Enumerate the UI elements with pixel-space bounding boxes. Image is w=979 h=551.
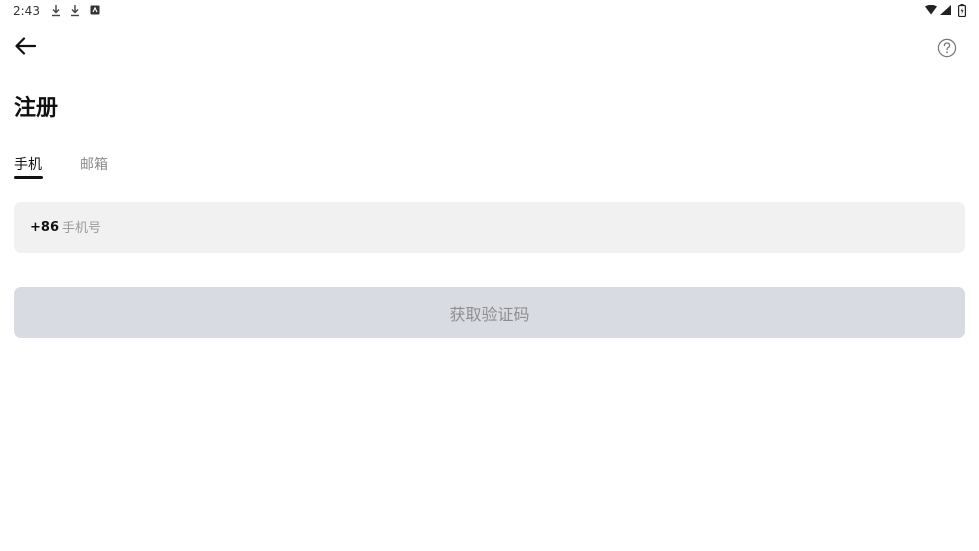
back-button[interactable] (12, 36, 38, 60)
page-title: 注册 (14, 96, 59, 121)
question-circle-icon (937, 38, 957, 58)
get-verification-code-button[interactable]: 获取验证码 (14, 287, 965, 338)
download-icon (51, 4, 61, 17)
app-badge-icon (90, 5, 100, 18)
register-screen: 2:43 注册 手机 邮箱 +86 手机号 获取验证码 (0, 0, 979, 551)
country-code-selector[interactable]: +86 (30, 219, 59, 236)
status-bar: 2:43 (0, 0, 979, 24)
battery-icon (958, 4, 966, 17)
help-button[interactable] (937, 38, 957, 58)
download-icon (70, 4, 80, 17)
corner-mark (0, 544, 5, 551)
status-time: 2:43 (13, 4, 40, 18)
phone-number-input[interactable] (62, 215, 942, 241)
tab-email[interactable]: 邮箱 (80, 155, 108, 175)
signal-icon (940, 5, 951, 18)
phone-field: +86 (14, 202, 965, 253)
tab-indicator (14, 176, 43, 179)
tab-phone[interactable]: 手机 (14, 155, 42, 175)
arrow-left-icon (14, 37, 37, 59)
wifi-icon (925, 5, 937, 18)
